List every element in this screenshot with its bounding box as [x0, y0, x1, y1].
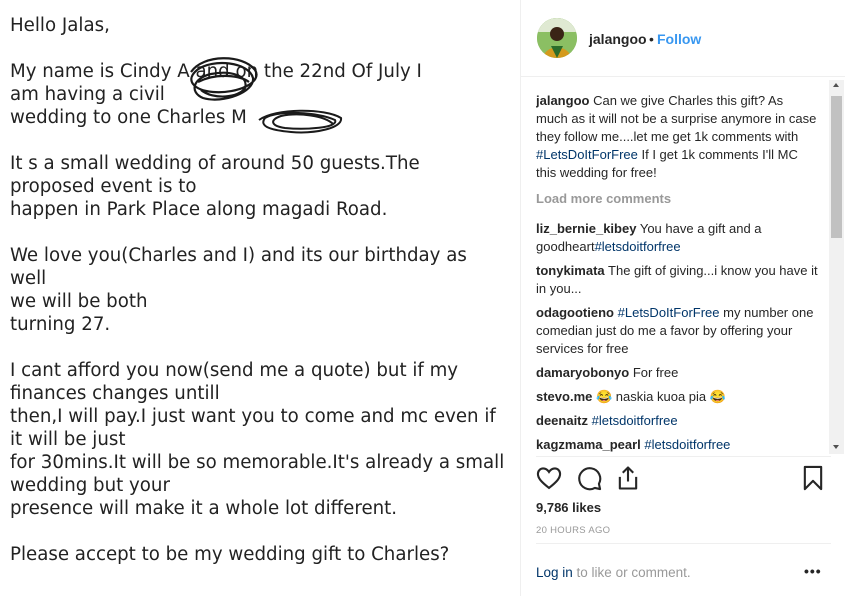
action-bar	[521, 462, 845, 498]
comment-item: damaryobonyo For free	[536, 364, 818, 382]
comment-item: stevo.me 😂 naskia kuoa pia 😂	[536, 388, 818, 406]
redaction-scribble-surname	[190, 57, 258, 101]
comment-text: For free	[632, 365, 679, 380]
comment-item: liz_bernie_kibey You have a gift and a g…	[536, 220, 818, 256]
bookmark-icon[interactable]	[799, 464, 827, 497]
likes-count[interactable]: 9,786 likes	[536, 500, 601, 515]
comment-username[interactable]: odagootieno	[536, 305, 614, 320]
follow-button[interactable]: Follow	[657, 31, 701, 47]
comment-hashtag[interactable]: #letsdoitforfree	[595, 239, 681, 254]
divider	[536, 543, 831, 544]
header-separator: •	[649, 31, 654, 47]
letter-paragraph-5: Please accept to be my wedding gift to C…	[10, 544, 450, 565]
heart-icon[interactable]	[535, 464, 563, 497]
comment-username[interactable]: tonykimata	[536, 263, 605, 278]
letter-paragraph-4: I cant afford you now(send me a quote) b…	[10, 360, 505, 519]
comment-username[interactable]: liz_bernie_kibey	[536, 221, 636, 236]
post-image: Hello Jalas, My name is Cindy A and on t…	[0, 0, 520, 596]
divider	[536, 456, 831, 457]
comment-hashtag[interactable]: #letsdoitforfree	[644, 437, 730, 452]
avatar[interactable]	[537, 18, 577, 58]
comment-text: 😂 naskia kuoa pia 😂	[596, 389, 726, 404]
scroll-up-arrow-icon[interactable]	[833, 83, 839, 87]
header-username[interactable]: jalangoo	[589, 31, 647, 47]
comment-icon[interactable]	[575, 464, 603, 497]
post-header: jalangoo • Follow	[521, 0, 845, 77]
login-prompt-text: to like or comment.	[572, 565, 691, 580]
scrollbar-thumb[interactable]	[831, 96, 842, 238]
letter-paragraph-3: We love you(Charles and I) and its our b…	[10, 245, 467, 335]
caption: jalangoo Can we give Charles this gift? …	[536, 92, 818, 182]
redaction-scribble-groom	[258, 109, 342, 134]
login-prompt: Log in to like or comment.	[536, 565, 691, 580]
caption-username[interactable]: jalangoo	[536, 93, 589, 108]
login-link[interactable]: Log in	[536, 565, 573, 580]
comments-list: jalangoo Can we give Charles this gift? …	[536, 92, 818, 455]
comment-hashtag[interactable]: #LetsDoItForFree	[618, 305, 720, 320]
post-side-panel: jalangoo • Follow jalangoo Can we give C…	[520, 0, 845, 596]
comments-scrollbar[interactable]	[829, 80, 844, 454]
more-options-icon[interactable]: •••	[804, 563, 822, 579]
comment-item: deenaitz #letsdoitforfree	[536, 412, 818, 430]
comment-username[interactable]: deenaitz	[536, 413, 588, 428]
comment-item: odagootieno #LetsDoItForFree my number o…	[536, 304, 818, 358]
comment-item: tonykimata The gift of giving...i know y…	[536, 262, 818, 298]
load-more-comments-button[interactable]: Load more comments	[536, 190, 818, 208]
caption-hashtag[interactable]: #LetsDoItForFree	[536, 147, 638, 162]
comment-username[interactable]: damaryobonyo	[536, 365, 629, 380]
scroll-down-arrow-icon[interactable]	[833, 445, 839, 449]
letter-paragraph-2: It s a small wedding of around 50 guests…	[10, 153, 420, 220]
comment-item: kagzmama_pearl #letsdoitforfree	[536, 436, 818, 454]
share-icon[interactable]	[614, 464, 642, 497]
comment-hashtag[interactable]: #letsdoitforfree	[592, 413, 678, 428]
post-timestamp[interactable]: 20 HOURS AGO	[536, 525, 610, 536]
comment-username[interactable]: stevo.me	[536, 389, 592, 404]
comment-username[interactable]: kagzmama_pearl	[536, 437, 641, 452]
letter-greeting: Hello Jalas,	[10, 15, 110, 36]
